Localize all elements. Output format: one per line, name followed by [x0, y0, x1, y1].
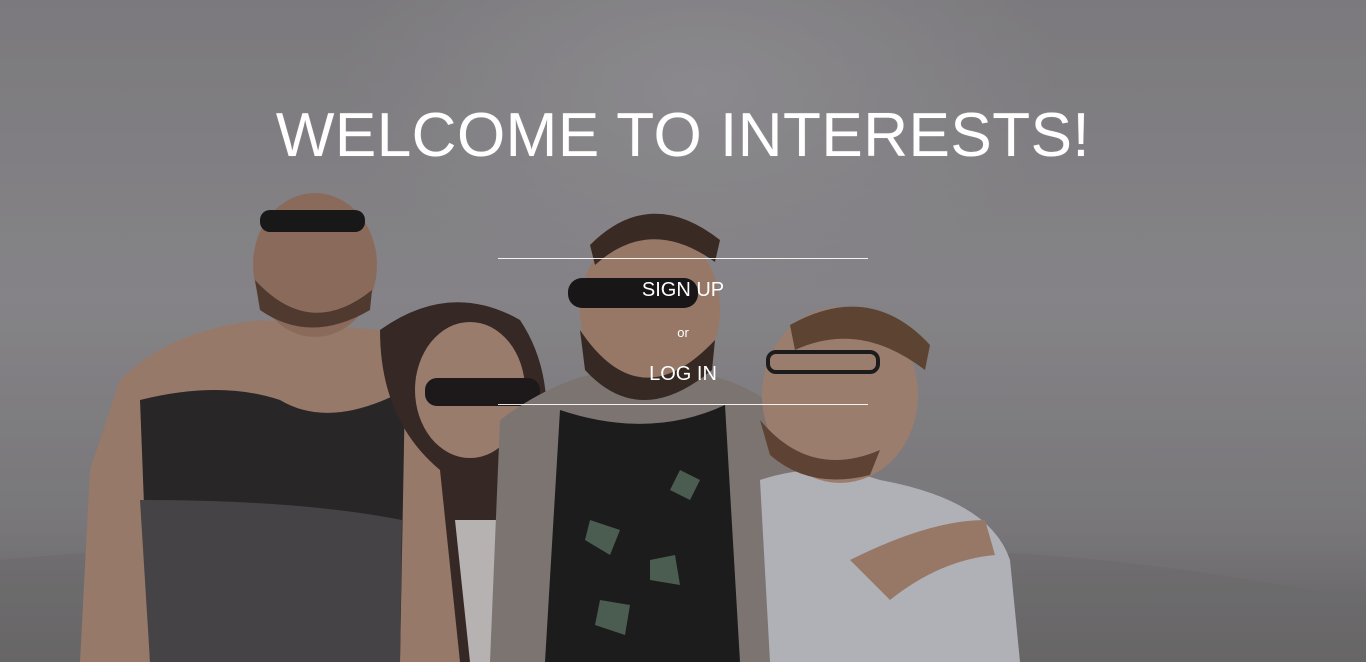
- page-title: WELCOME TO INTERESTS!: [275, 101, 1091, 170]
- auth-panel: SIGN UP or LOG IN: [498, 258, 868, 405]
- login-link[interactable]: LOG IN: [498, 363, 868, 386]
- signup-link[interactable]: SIGN UP: [498, 279, 868, 302]
- or-separator: or: [677, 325, 689, 340]
